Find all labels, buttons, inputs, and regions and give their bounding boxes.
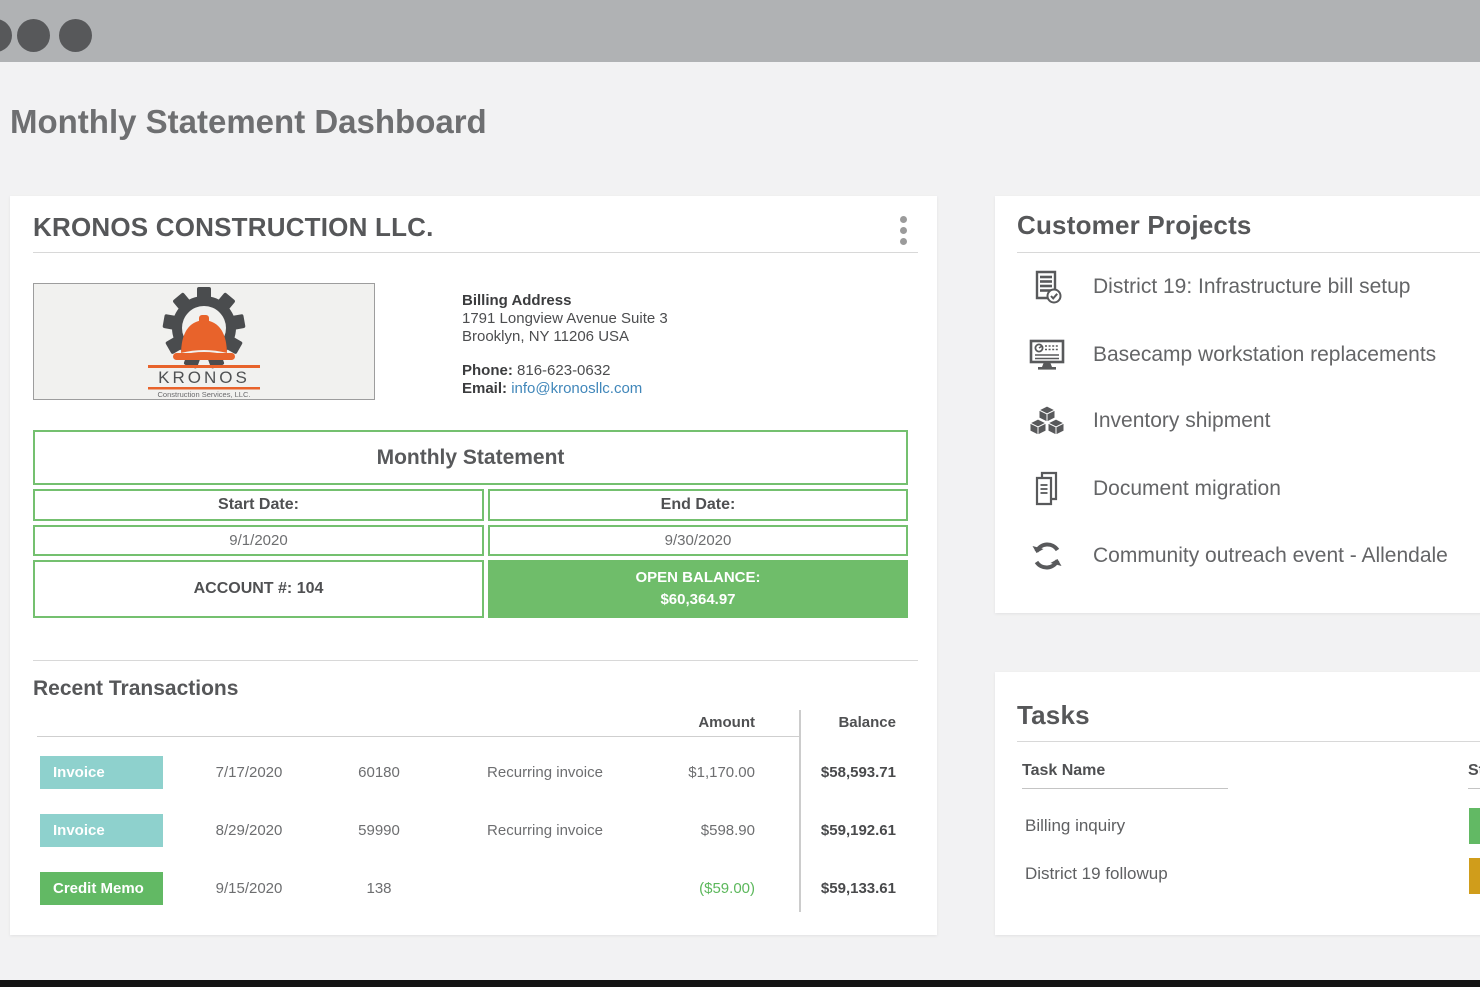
workstation-icon	[1027, 335, 1067, 375]
transaction-row[interactable]: Credit Memo 9/15/2020 138 ($59.00) $59,1…	[10, 872, 937, 905]
status-column-header: Status	[1468, 762, 1480, 780]
header-underline	[1022, 788, 1228, 789]
window-dot-icon[interactable]	[17, 19, 50, 52]
transaction-amount: ($59.00)	[605, 872, 755, 905]
document-check-icon	[1027, 267, 1067, 307]
sync-icon	[1027, 536, 1067, 576]
window-dot-icon[interactable]	[0, 19, 12, 52]
bottom-edge-bar	[0, 980, 1480, 987]
open-balance-cell: OPEN BALANCE: $60,364.97	[488, 560, 908, 618]
header-underline	[1468, 788, 1480, 789]
project-list-item[interactable]: Document migration	[995, 465, 1480, 513]
end-date-value: 9/30/2020	[488, 525, 908, 556]
project-list-item[interactable]: District 19: Infrastructure bill setup	[995, 263, 1480, 311]
billing-phone-row: Phone: 816-623-0632	[462, 362, 668, 380]
divider	[33, 660, 918, 661]
project-label: Inventory shipment	[1093, 397, 1270, 445]
transaction-number: 59990	[329, 814, 429, 847]
documents-icon	[1027, 469, 1067, 509]
company-logo: KRONOS Construction Services, LLC.	[33, 283, 375, 400]
transaction-balance: $59,133.61	[766, 872, 896, 905]
divider	[1017, 741, 1480, 742]
kebab-menu-icon[interactable]	[896, 216, 910, 248]
company-title: KRONOS CONSTRUCTION LLC.	[33, 212, 434, 243]
open-balance-label: OPEN BALANCE:	[635, 567, 760, 590]
tasks-card: Tasks Task Name Status Billing inquiry D…	[995, 672, 1480, 935]
logo-subtitle: Construction Services, LLC.	[158, 390, 251, 399]
email-link[interactable]: info@kronosllc.com	[511, 380, 642, 397]
billing-heading: Billing Address	[462, 292, 668, 310]
billing-address-line1: 1791 Longview Avenue Suite 3	[462, 310, 668, 328]
billing-address-block: Billing Address 1791 Longview Avenue Sui…	[462, 292, 668, 398]
monthly-statement-table: Monthly Statement Start Date: End Date: …	[33, 430, 908, 618]
transaction-date: 7/17/2020	[184, 756, 314, 789]
billing-address-line2: Brooklyn, NY 11206 USA	[462, 328, 668, 346]
project-list-item[interactable]: Inventory shipment	[995, 397, 1480, 445]
transaction-amount: $598.90	[605, 814, 755, 847]
project-list-item[interactable]: Community outreach event - Allendale	[995, 532, 1480, 580]
transaction-balance: $59,192.61	[766, 814, 896, 847]
divider	[33, 252, 918, 253]
start-date-value: 9/1/2020	[33, 525, 484, 556]
window-title-bar	[0, 0, 1480, 62]
open-balance-value: $60,364.97	[660, 589, 735, 612]
task-status-badge[interactable]	[1469, 808, 1480, 844]
header-underline	[37, 736, 799, 737]
kronos-logo-graphic: KRONOS Construction Services, LLC.	[34, 284, 374, 399]
balance-column-header: Balance	[776, 714, 896, 731]
phone-value: 816-623-0632	[517, 362, 610, 379]
task-name[interactable]: Billing inquiry	[1025, 816, 1325, 836]
statement-table-title: Monthly Statement	[33, 430, 908, 485]
task-status-badge[interactable]	[1469, 858, 1480, 894]
transaction-date: 9/15/2020	[184, 872, 314, 905]
email-label: Email:	[462, 380, 507, 397]
transaction-type-badge: Credit Memo	[40, 872, 163, 905]
task-name[interactable]: District 19 followup	[1025, 864, 1325, 884]
transaction-type-badge: Invoice	[40, 756, 163, 789]
transaction-row[interactable]: Invoice 7/17/2020 60180 Recurring invoic…	[10, 756, 937, 789]
project-list-item[interactable]: Basecamp workstation replacements	[995, 331, 1480, 379]
transaction-type-badge: Invoice	[40, 814, 163, 847]
transaction-balance: $58,593.71	[766, 756, 896, 789]
task-name-column-header: Task Name	[1022, 762, 1105, 780]
customer-projects-card: Customer Projects District 19: Infrastru…	[995, 196, 1480, 613]
phone-label: Phone:	[462, 362, 513, 379]
billing-email-row: Email: info@kronosllc.com	[462, 380, 668, 398]
projects-title: Customer Projects	[1017, 210, 1252, 241]
transactions-heading: Recent Transactions	[33, 677, 238, 701]
tasks-title: Tasks	[1017, 700, 1090, 731]
divider	[1017, 252, 1480, 253]
statement-card: KRONOS CONSTRUCTION LLC.	[10, 196, 937, 935]
transaction-number: 138	[329, 872, 429, 905]
boxes-icon	[1027, 401, 1067, 441]
end-date-label: End Date:	[488, 489, 908, 521]
project-label: Community outreach event - Allendale	[1093, 532, 1448, 580]
amount-column-header: Amount	[635, 714, 755, 731]
logo-wordmark: KRONOS	[158, 368, 250, 387]
transaction-row[interactable]: Invoice 8/29/2020 59990 Recurring invoic…	[10, 814, 937, 847]
transaction-amount: $1,170.00	[605, 756, 755, 789]
project-label: District 19: Infrastructure bill setup	[1093, 263, 1410, 311]
page-title: Monthly Statement Dashboard	[10, 103, 487, 141]
transaction-date: 8/29/2020	[184, 814, 314, 847]
project-label: Basecamp workstation replacements	[1093, 331, 1436, 379]
project-label: Document migration	[1093, 465, 1281, 513]
start-date-label: Start Date:	[33, 489, 484, 521]
account-number: ACCOUNT #: 104	[33, 560, 484, 618]
window-dot-icon[interactable]	[59, 19, 92, 52]
transaction-number: 60180	[329, 756, 429, 789]
